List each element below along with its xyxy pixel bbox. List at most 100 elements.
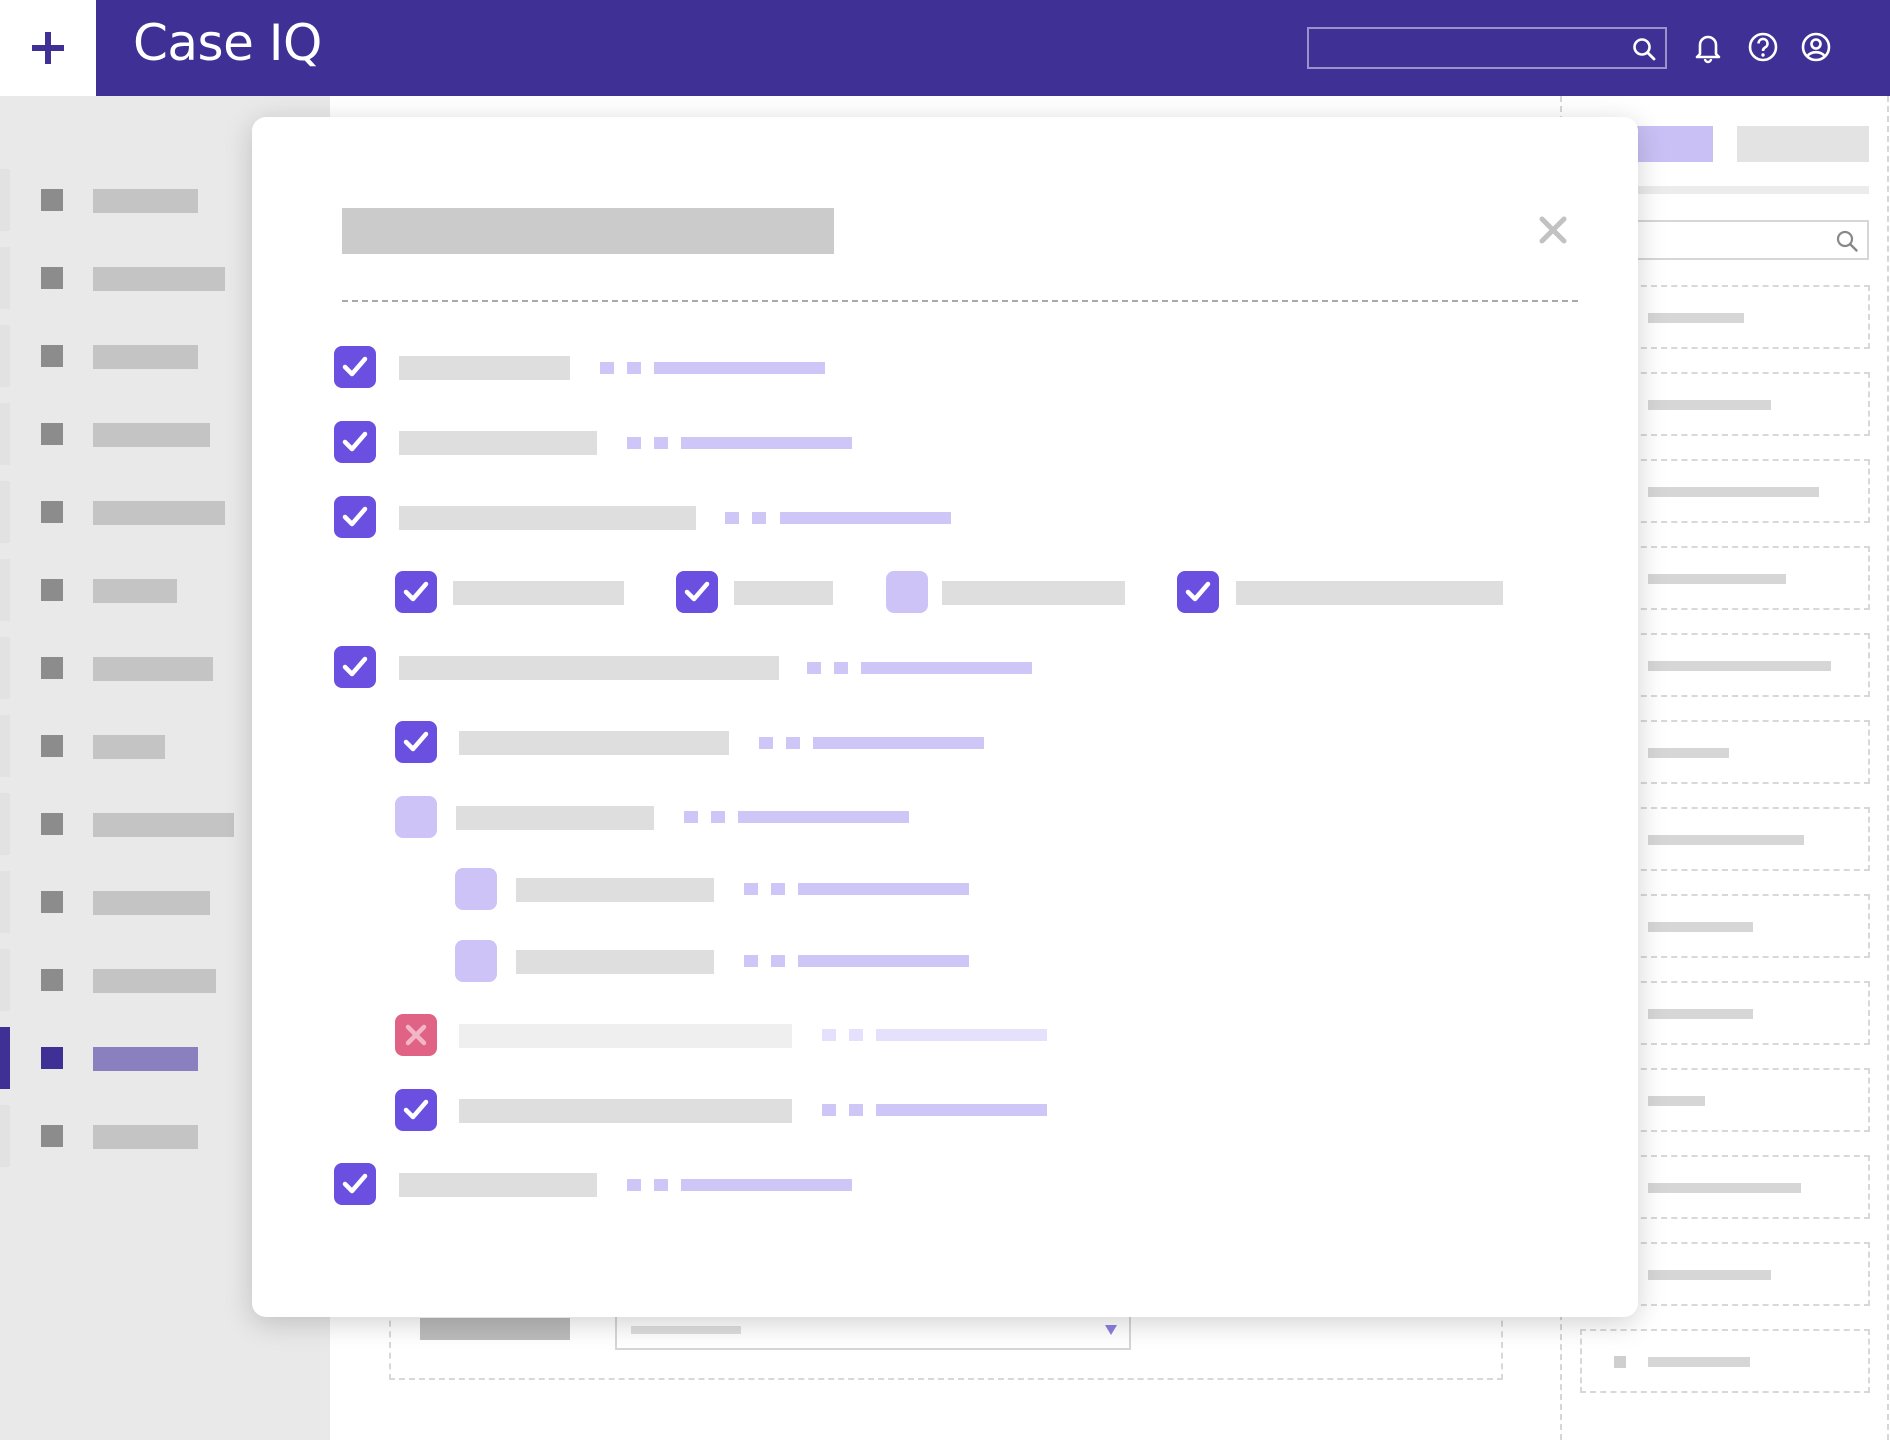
panel-search-input[interactable] (1620, 220, 1869, 260)
option-link[interactable] (738, 811, 909, 823)
checkmark-icon (403, 731, 429, 752)
option-label (516, 950, 714, 974)
form-label (420, 1318, 570, 1340)
checkbox-checked[interactable] (334, 421, 376, 463)
search-icon (1836, 230, 1858, 252)
sidebar-item-label (93, 579, 177, 603)
option-label (459, 731, 729, 755)
checkmark-icon (684, 581, 710, 602)
panel-divider (1620, 186, 1869, 194)
option-link[interactable] (861, 662, 1032, 674)
option-link[interactable] (654, 362, 825, 374)
checkbox-error[interactable] (395, 1014, 437, 1056)
nav-icon (41, 579, 63, 601)
option-link[interactable] (681, 1179, 852, 1191)
option-label (399, 356, 570, 380)
checkbox-checked[interactable] (334, 496, 376, 538)
checkbox-checked[interactable] (334, 646, 376, 688)
checkmark-icon (403, 1099, 429, 1120)
link-dot (725, 512, 739, 524)
nav-icon (41, 189, 63, 211)
nav-icon (41, 501, 63, 523)
link-dot (849, 1104, 863, 1116)
checkmark-icon (342, 356, 368, 377)
option-link[interactable] (876, 1104, 1047, 1116)
checkbox-unchecked[interactable] (395, 796, 437, 838)
sidebar-item-label (93, 501, 225, 525)
option-link[interactable] (681, 437, 852, 449)
option-label (453, 581, 624, 605)
option-label (399, 431, 597, 455)
sidebar-item-label (93, 189, 198, 213)
link-dot (711, 811, 725, 823)
nav-icon (41, 1047, 63, 1069)
sidebar-item-label (93, 969, 216, 993)
option-link[interactable] (798, 955, 969, 967)
nav-icon (41, 267, 63, 289)
link-dot (627, 437, 641, 449)
option-label (399, 506, 696, 530)
checkbox-checked[interactable] (676, 571, 718, 613)
bell-icon[interactable] (1691, 30, 1725, 64)
checkbox-unchecked[interactable] (886, 571, 928, 613)
nav-icon (41, 969, 63, 991)
checkbox-checked[interactable] (334, 1163, 376, 1205)
link-dot (822, 1029, 836, 1041)
panel-card[interactable] (1580, 1329, 1870, 1393)
link-dot (834, 662, 848, 674)
option-label (942, 581, 1125, 605)
help-icon[interactable] (1746, 30, 1780, 64)
option-link[interactable] (780, 512, 951, 524)
link-dot (654, 437, 668, 449)
select-value (631, 1326, 741, 1334)
option-label (516, 878, 714, 902)
chevron-down-icon (1105, 1325, 1117, 1335)
checkmark-icon (403, 581, 429, 602)
checkbox-checked[interactable] (1177, 571, 1219, 613)
account-icon[interactable] (1799, 30, 1833, 64)
checkbox-checked[interactable] (395, 571, 437, 613)
nav-icon (41, 891, 63, 913)
checkmark-icon (342, 656, 368, 677)
modal-divider (342, 300, 1578, 302)
option-label (459, 1024, 792, 1048)
link-dot (684, 811, 698, 823)
link-dot (771, 883, 785, 895)
sidebar-item-label (93, 813, 234, 837)
sidebar-item-label (93, 423, 210, 447)
option-label (734, 581, 833, 605)
option-link[interactable] (813, 737, 984, 749)
link-dot (600, 362, 614, 374)
checkbox-checked[interactable] (334, 346, 376, 388)
search-input[interactable] (1307, 27, 1667, 69)
link-dot (654, 1179, 668, 1191)
card-icon (1614, 1356, 1626, 1368)
link-dot (752, 512, 766, 524)
checkbox-checked[interactable] (395, 1089, 437, 1131)
modal-dialog (252, 117, 1638, 1317)
checkbox-unchecked[interactable] (455, 868, 497, 910)
option-link[interactable] (876, 1029, 1047, 1041)
close-icon[interactable] (1536, 213, 1570, 247)
nav-icon (41, 1125, 63, 1147)
sidebar-item-label (93, 1125, 198, 1149)
brand-logo: Case IQ (133, 14, 322, 72)
sidebar-item-label (93, 1047, 198, 1071)
sidebar-item-label (93, 735, 165, 759)
link-dot (807, 662, 821, 674)
option-label (456, 806, 654, 830)
option-link[interactable] (798, 883, 969, 895)
nav-icon (41, 813, 63, 835)
plus-icon (32, 32, 64, 64)
sidebar-item-label (93, 267, 225, 291)
link-dot (849, 1029, 863, 1041)
add-button[interactable] (0, 0, 96, 96)
sidebar-item-label (93, 657, 213, 681)
error-x-icon (405, 1024, 427, 1046)
search-icon[interactable] (1631, 36, 1657, 62)
checkbox-unchecked[interactable] (455, 940, 497, 982)
checkbox-checked[interactable] (395, 721, 437, 763)
nav-icon (41, 423, 63, 445)
link-dot (744, 883, 758, 895)
secondary-action-button[interactable] (1737, 126, 1869, 162)
